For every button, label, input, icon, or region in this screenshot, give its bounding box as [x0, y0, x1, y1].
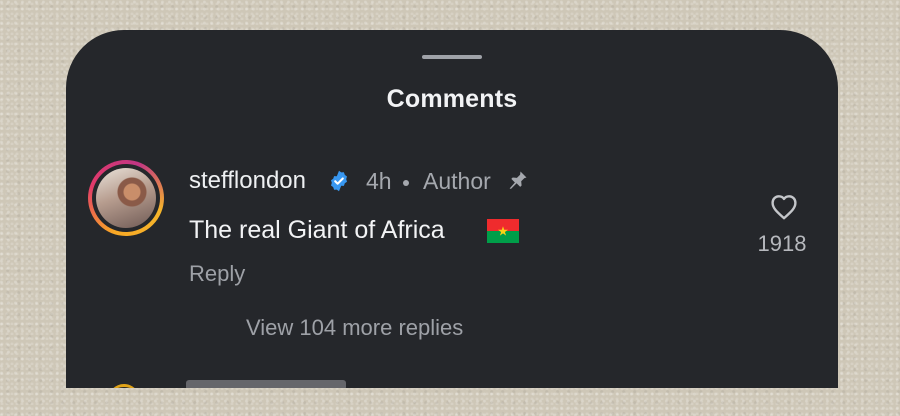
like-count: 1918	[757, 231, 807, 256]
next-comment-avatar-ring[interactable]	[108, 384, 140, 388]
avatar-story-ring[interactable]	[88, 160, 164, 236]
burkina-faso-flag-icon	[487, 219, 519, 243]
comment-username[interactable]: stefflondon	[189, 167, 306, 195]
heart-outline-icon[interactable]	[769, 193, 799, 221]
next-comment-username[interactable]	[186, 380, 346, 388]
comments-sheet: Comments stefflondon 4h Author The real …	[66, 30, 838, 388]
reply-button[interactable]: Reply	[189, 260, 245, 288]
pin-icon	[509, 171, 527, 189]
separator-dot	[403, 180, 409, 186]
sheet-title: Comments	[386, 85, 518, 113]
comment-timestamp: 4h	[366, 168, 392, 194]
page-background: Comments stefflondon 4h Author The real …	[0, 0, 900, 416]
view-more-replies-button[interactable]: View 104 more replies	[246, 315, 463, 341]
like-button[interactable]: 1918	[750, 193, 814, 263]
sheet-drag-handle[interactable]	[422, 55, 482, 59]
comment-text: The real Giant of Africa	[189, 216, 445, 244]
avatar	[96, 168, 156, 228]
verified-badge-icon	[331, 170, 347, 192]
author-label: Author	[423, 168, 491, 194]
